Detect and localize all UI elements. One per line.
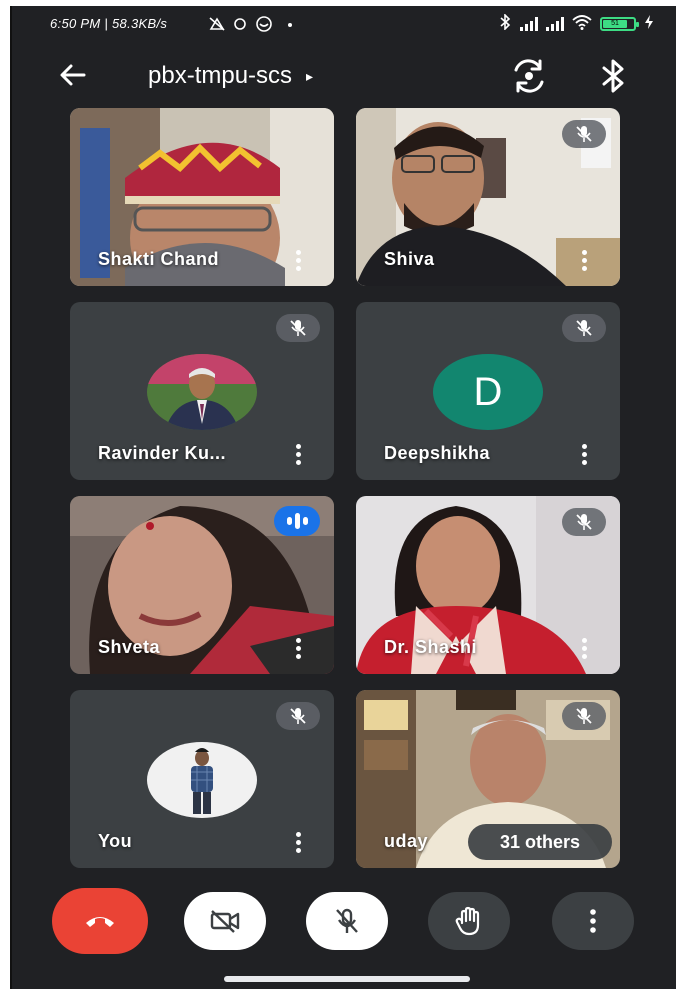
mic-off-icon xyxy=(576,514,592,530)
participant-name: uday xyxy=(384,831,429,851)
participant-more-button[interactable] xyxy=(574,246,594,274)
participant-tile[interactable]: D Deepshikha xyxy=(356,302,620,480)
participant-more-button[interactable] xyxy=(288,246,308,274)
muted-badge xyxy=(562,120,606,148)
participant-name: Shiva xyxy=(384,249,435,269)
end-call-button[interactable] xyxy=(52,888,148,954)
video-off-icon xyxy=(210,910,240,933)
participant-tile[interactable]: Shiva xyxy=(356,108,620,286)
participant-name: Shveta xyxy=(98,637,161,657)
status-time-speed: 6:50 PM | 58.3KB/s xyxy=(50,16,168,31)
participant-name: Shakti Chand xyxy=(98,249,220,269)
bluetooth-status-icon xyxy=(498,13,512,33)
participant-tile[interactable]: Shveta xyxy=(70,496,334,674)
call-controls xyxy=(12,884,676,956)
switch-camera-button[interactable] xyxy=(510,58,548,94)
muted-badge xyxy=(562,508,606,536)
muted-badge xyxy=(276,702,320,730)
participant-tile[interactable]: Shakti Chand xyxy=(70,108,334,286)
mic-off-icon xyxy=(576,320,592,336)
self-tile[interactable]: You xyxy=(70,690,334,868)
participant-avatar-letter: D xyxy=(433,354,543,430)
hand-icon xyxy=(455,906,480,936)
meeting-title[interactable]: pbx-tmpu-scs ▸ xyxy=(148,62,313,90)
participant-tile[interactable]: Dr. Shashi xyxy=(356,496,620,674)
signal-icon xyxy=(520,16,538,31)
muted-badge xyxy=(562,314,606,342)
participant-more-button[interactable] xyxy=(574,440,594,468)
charging-icon xyxy=(644,14,654,33)
battery-icon: 51 xyxy=(600,16,639,31)
mic-off-icon xyxy=(576,126,592,142)
speaking-indicator xyxy=(274,506,320,536)
raise-hand-button[interactable] xyxy=(428,892,510,950)
self-avatar xyxy=(147,742,257,818)
caret-right-icon: ▸ xyxy=(306,67,314,84)
participant-more-button[interactable] xyxy=(288,634,308,662)
back-button[interactable] xyxy=(56,58,90,92)
camera-toggle-button[interactable] xyxy=(184,892,266,950)
participant-name: Ravinder Ku... xyxy=(98,443,227,463)
home-indicator[interactable] xyxy=(224,976,470,982)
switch-camera-icon xyxy=(514,59,544,93)
phone-hangup-icon xyxy=(86,917,114,927)
mic-off-icon xyxy=(576,708,592,724)
status-indicators: 51 xyxy=(498,13,654,33)
participant-more-button[interactable] xyxy=(288,440,308,468)
muted-badge xyxy=(276,314,320,342)
participant-name: Dr. Shashi xyxy=(384,637,478,657)
bluetooth-icon xyxy=(602,59,624,93)
more-vertical-icon xyxy=(590,909,596,933)
bluetooth-audio-button[interactable] xyxy=(598,58,628,94)
participant-more-button[interactable] xyxy=(574,634,594,662)
participant-avatar xyxy=(147,354,257,430)
muted-badge xyxy=(562,702,606,730)
mic-toggle-button[interactable] xyxy=(306,892,388,950)
participant-tile[interactable]: uday 31 others xyxy=(356,690,620,868)
participant-tile[interactable]: Ravinder Ku... xyxy=(70,302,334,480)
mic-off-icon xyxy=(336,908,358,933)
meeting-top-bar: pbx-tmpu-scs ▸ xyxy=(12,50,676,100)
meet-screen: 6:50 PM | 58.3KB/s 51 pbx-tmpu-scs ▸ Sha… xyxy=(10,6,676,989)
arrow-left-icon xyxy=(60,64,86,86)
meeting-code: pbx-tmpu-scs xyxy=(148,62,293,89)
mic-off-icon xyxy=(290,708,306,724)
more-options-button[interactable] xyxy=(552,892,634,950)
mic-off-icon xyxy=(290,320,306,336)
battery-level: 51 xyxy=(603,19,627,28)
participant-name: Deepshikha xyxy=(384,443,491,463)
participant-more-button[interactable] xyxy=(288,828,308,856)
status-notification-icons xyxy=(208,15,298,38)
status-bar: 6:50 PM | 58.3KB/s 51 xyxy=(12,6,676,42)
participant-name: You xyxy=(98,831,133,851)
wifi-icon xyxy=(572,14,592,33)
others-count-chip[interactable]: 31 others xyxy=(468,824,612,860)
signal-icon-2 xyxy=(546,16,564,31)
